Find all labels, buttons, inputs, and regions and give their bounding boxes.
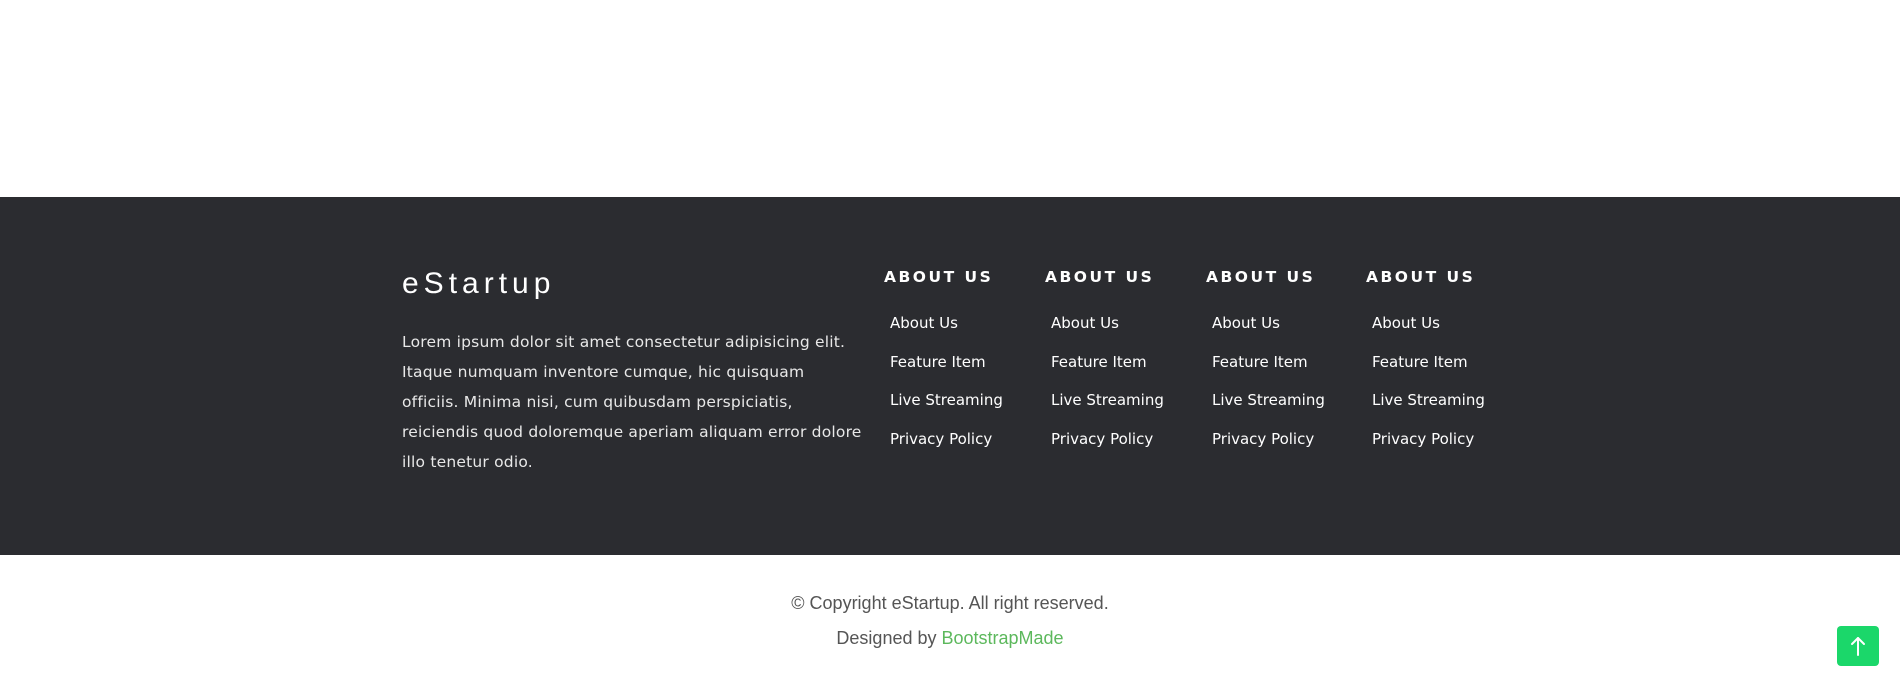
footer-column-title: ABOUT US (1045, 268, 1155, 286)
footer-link-list: About Us Feature Item Live Streaming Pri… (1045, 313, 1195, 467)
footer-bottom: © Copyright eStartup. All right reserved… (0, 555, 1900, 685)
footer-link-list: About Us Feature Item Live Streaming Pri… (1206, 313, 1356, 467)
back-to-top-button[interactable] (1837, 626, 1879, 666)
footer-column-2: ABOUT US About Us Feature Item Live Stre… (1045, 267, 1195, 467)
footer-link-item: Live Streaming (1372, 390, 1516, 429)
credits: Designed by BootstrapMade (0, 627, 1900, 649)
footer-link-privacy-policy[interactable]: Privacy Policy (1051, 430, 1153, 448)
footer-link-item: Privacy Policy (1372, 429, 1516, 468)
footer-link-item: About Us (890, 313, 1034, 352)
footer-link-live-streaming[interactable]: Live Streaming (1372, 391, 1485, 409)
footer-link-item: About Us (1212, 313, 1356, 352)
footer-column-title: ABOUT US (884, 268, 994, 286)
footer-link-item: Live Streaming (1212, 390, 1356, 429)
footer-link-item: About Us (1372, 313, 1516, 352)
footer-link-about-us[interactable]: About Us (1051, 314, 1119, 332)
footer-link-list: About Us Feature Item Live Streaming Pri… (1366, 313, 1516, 467)
footer-column-4: ABOUT US About Us Feature Item Live Stre… (1366, 267, 1516, 467)
footer-link-item: Live Streaming (1051, 390, 1195, 429)
footer-link-privacy-policy[interactable]: Privacy Policy (890, 430, 992, 448)
footer-link-about-us[interactable]: About Us (1372, 314, 1440, 332)
footer-link-item: Privacy Policy (890, 429, 1034, 468)
footer-column-title: ABOUT US (1206, 268, 1316, 286)
credits-prefix: Designed by (836, 628, 942, 648)
footer-link-live-streaming[interactable]: Live Streaming (890, 391, 1003, 409)
footer-link-item: Feature Item (1212, 352, 1356, 391)
footer-link-privacy-policy[interactable]: Privacy Policy (1212, 430, 1314, 448)
footer-link-live-streaming[interactable]: Live Streaming (1212, 391, 1325, 409)
footer-link-live-streaming[interactable]: Live Streaming (1051, 391, 1164, 409)
footer-link-item: Feature Item (890, 352, 1034, 391)
footer-link-item: About Us (1051, 313, 1195, 352)
footer-link-feature-item[interactable]: Feature Item (1212, 353, 1308, 371)
bootstrapmade-link[interactable]: BootstrapMade (942, 628, 1064, 648)
footer-brand[interactable]: eStartup (402, 267, 555, 301)
arrow-up-icon (1851, 637, 1865, 656)
footer-link-item: Privacy Policy (1212, 429, 1356, 468)
footer-link-feature-item[interactable]: Feature Item (1051, 353, 1147, 371)
footer-column-title: ABOUT US (1366, 268, 1476, 286)
footer-description: Lorem ipsum dolor sit amet consectetur a… (402, 333, 862, 471)
page-content-area (0, 0, 1900, 197)
footer: eStartup Lorem ipsum dolor sit amet cons… (0, 197, 1900, 555)
footer-link-feature-item[interactable]: Feature Item (890, 353, 986, 371)
footer-column-1: ABOUT US About Us Feature Item Live Stre… (884, 267, 1034, 467)
footer-link-about-us[interactable]: About Us (890, 314, 958, 332)
footer-link-item: Live Streaming (890, 390, 1034, 429)
copyright-text: © Copyright eStartup. All right reserved… (791, 593, 1109, 613)
footer-link-about-us[interactable]: About Us (1212, 314, 1280, 332)
footer-link-item: Feature Item (1051, 352, 1195, 391)
footer-link-privacy-policy[interactable]: Privacy Policy (1372, 430, 1474, 448)
footer-column-3: ABOUT US About Us Feature Item Live Stre… (1206, 267, 1356, 467)
footer-link-item: Feature Item (1372, 352, 1516, 391)
footer-link-feature-item[interactable]: Feature Item (1372, 353, 1468, 371)
footer-link-item: Privacy Policy (1051, 429, 1195, 468)
footer-link-list: About Us Feature Item Live Streaming Pri… (884, 313, 1034, 467)
